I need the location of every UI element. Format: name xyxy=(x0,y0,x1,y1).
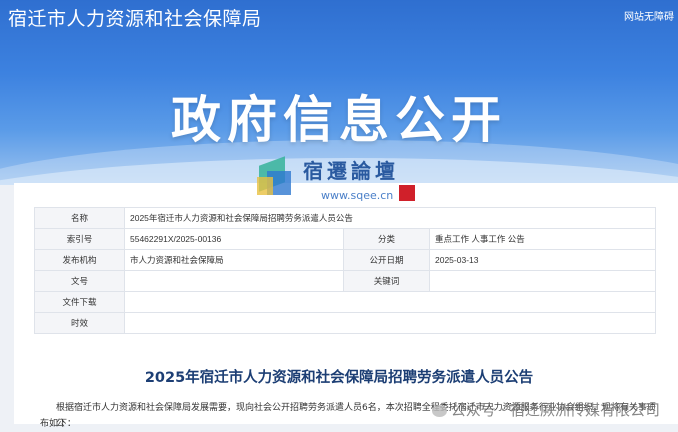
watermark-url: www.sqee.cn xyxy=(321,189,394,202)
label-name: 名称 xyxy=(34,207,125,229)
value-doc-no xyxy=(124,270,344,292)
label-validity: 时效 xyxy=(34,312,125,334)
label-date: 公开日期 xyxy=(343,249,430,271)
value-keywords xyxy=(429,270,656,292)
value-index: 55462291X/2025-00136 xyxy=(124,228,344,250)
table-row: 文件下载 xyxy=(34,291,656,313)
table-row: 时效 xyxy=(34,312,656,334)
watermark-seal-icon xyxy=(399,185,415,201)
wechat-watermark: 公众号 · 宿迁厥洲传媒有限公司 xyxy=(431,399,660,420)
value-validity xyxy=(124,312,656,334)
cube-logo-icon xyxy=(255,156,293,201)
table-row: 发布机构 市人力资源和社会保障局 公开日期 2025-03-13 xyxy=(34,249,656,271)
label-keywords: 关键词 xyxy=(343,270,430,292)
wechat-watermark-text: 公众号 · 宿迁厥洲传媒有限公司 xyxy=(450,401,660,419)
value-publisher: 市人力资源和社会保障局 xyxy=(124,249,344,271)
site-title[interactable]: 宿迁市人力资源和社会保障局 xyxy=(8,4,262,31)
value-name: 2025年宿迁市人力资源和社会保障局招聘劳务派遣人员公告 xyxy=(124,207,656,229)
forum-watermark: 宿遷論壇 www.sqee.cn xyxy=(255,155,430,215)
label-publisher: 发布机构 xyxy=(34,249,125,271)
watermark-brand: 宿遷論壇 xyxy=(303,159,399,183)
label-download: 文件下载 xyxy=(34,291,125,313)
paragraph-1-cont: 布如下： xyxy=(40,419,77,429)
value-download[interactable] xyxy=(124,291,656,313)
info-table: 名称 2025年宿迁市人力资源和社会保障局招聘劳务派遣人员公告 索引号 5546… xyxy=(34,207,656,334)
label-index: 索引号 xyxy=(34,228,125,250)
table-row: 名称 2025年宿迁市人力资源和社会保障局招聘劳务派遣人员公告 xyxy=(34,207,656,229)
wechat-icon xyxy=(431,404,447,417)
value-category: 重点工作 人事工作 公告 xyxy=(429,228,656,250)
banner-title: 政府信息公开 xyxy=(171,91,507,149)
value-date: 2025-03-13 xyxy=(429,249,656,271)
article-title: 2025年宿迁市人力资源和社会保障局招聘劳务派遣人员公告 xyxy=(144,370,534,386)
accessibility-link[interactable]: 网站无障碍 xyxy=(624,8,674,23)
label-doc-no: 文号 xyxy=(34,270,125,292)
label-category: 分类 xyxy=(343,228,430,250)
table-row: 文号 关键词 xyxy=(34,270,656,292)
table-row: 索引号 55462291X/2025-00136 分类 重点工作 人事工作 公告 xyxy=(34,228,656,250)
